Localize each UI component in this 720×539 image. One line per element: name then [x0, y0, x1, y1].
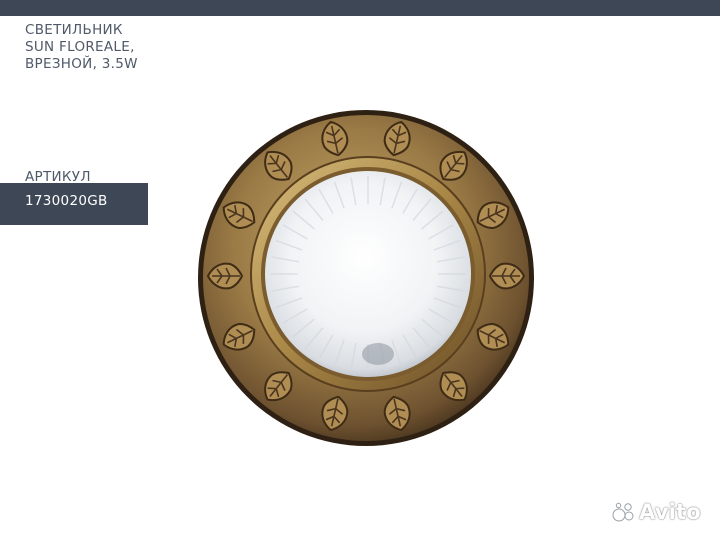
article-number: 1730020GB — [25, 193, 108, 209]
avito-watermark: Avito — [612, 500, 701, 524]
title-line-2: SUN FLOREALE, — [25, 39, 135, 55]
title-line-3: ВРЕЗНОЙ, 3.5W — [25, 56, 138, 72]
product-title: СВЕТИЛЬНИК SUN FLOREALE, ВРЕЗНОЙ, 3.5W — [25, 22, 138, 73]
top-bar — [0, 0, 720, 16]
lamp-photo — [198, 110, 534, 446]
avito-wordmark: Avito — [639, 500, 701, 524]
article-badge: 1730020GB — [0, 183, 148, 225]
title-line-1: СВЕТИЛЬНИК — [25, 22, 123, 38]
bulb-reflection — [362, 343, 394, 365]
avito-logo-icon — [612, 502, 634, 522]
